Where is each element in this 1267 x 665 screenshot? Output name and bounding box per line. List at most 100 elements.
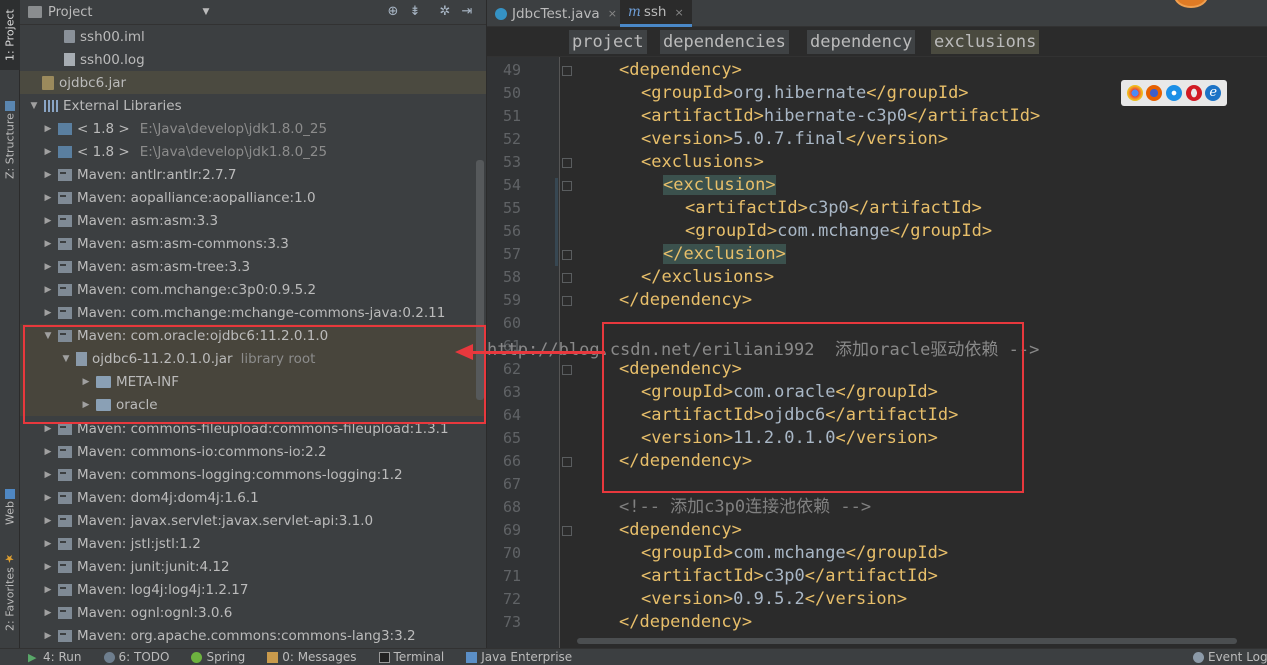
editor-horizontal-scrollbar[interactable]	[577, 638, 1237, 644]
star-icon: ★	[3, 551, 16, 565]
tree-item-maven-lib[interactable]: ▶ Maven: log4j:log4j:1.2.17	[20, 578, 486, 601]
tree-item-maven-lib[interactable]: ▶ Maven: com.mchange:mchange-commons-jav…	[20, 301, 486, 324]
tree-item-maven-ojdbc6[interactable]: ▼ Maven: com.oracle:ojdbc6:11.2.0.1.0	[20, 324, 486, 347]
collapse-arrow-icon[interactable]: ▼	[42, 331, 54, 341]
expand-arrow-icon[interactable]: ▶	[42, 447, 54, 457]
spring-tool-button[interactable]: Spring	[191, 650, 245, 664]
expand-arrow-icon[interactable]: ▶	[42, 262, 54, 272]
java-enterprise-tool-button[interactable]: Java Enterprise	[466, 650, 572, 664]
tab-jdbctest-java[interactable]: JdbcTest.java ×	[487, 0, 625, 27]
collapse-arrow-icon[interactable]: ▼	[28, 101, 40, 111]
opera-icon[interactable]	[1185, 85, 1202, 101]
breadcrumb-item[interactable]: dependencies	[660, 30, 789, 54]
safari-icon[interactable]	[1165, 85, 1182, 101]
expand-arrow-icon[interactable]: ▶	[42, 516, 54, 526]
todo-tool-button[interactable]: 6: TODO	[103, 650, 169, 664]
tool-tab-favorites[interactable]: 2: Favorites ★	[0, 548, 20, 638]
tree-item-maven-lib[interactable]: ▶ Maven: com.mchange:c3p0:0.9.5.2	[20, 278, 486, 301]
tree-item-maven-lib[interactable]: ▶ Maven: commons-logging:commons-logging…	[20, 463, 486, 486]
tree-item-oracle[interactable]: ▶ oracle	[20, 393, 486, 416]
expand-arrow-icon[interactable]: ▶	[42, 608, 54, 618]
chevron-down-icon[interactable]: ▼	[202, 7, 209, 17]
tree-item-maven-lib[interactable]: ▶ Maven: aopalliance:aopalliance:1.0	[20, 186, 486, 209]
xml-close-tag: </groupId>	[889, 221, 993, 241]
project-panel-title[interactable]: Project	[48, 5, 92, 20]
tree-item-maven-lib[interactable]: ▶ Maven: jstl:jstl:1.2	[20, 532, 486, 555]
terminal-tool-button[interactable]: Terminal	[378, 650, 444, 664]
tree-item-meta-inf[interactable]: ▶ META-INF	[20, 370, 486, 393]
breadcrumb-item[interactable]: project	[569, 30, 647, 54]
expand-arrow-icon[interactable]: ▶	[80, 400, 92, 410]
fold-marker-icon[interactable]	[562, 273, 572, 283]
line-number: 63	[502, 383, 521, 401]
expand-arrow-icon[interactable]: ▶	[42, 424, 54, 434]
tree-item-path: E:\Java\develop\jdk1.8.0_25	[139, 143, 328, 160]
hide-panel-icon[interactable]: ⇥	[460, 5, 474, 19]
expand-arrow-icon[interactable]: ▶	[42, 562, 54, 572]
tool-tab-structure[interactable]: Z: Structure	[0, 95, 20, 185]
firefox-icon[interactable]	[1146, 85, 1163, 101]
collapse-all-icon[interactable]: ⇟	[408, 5, 422, 19]
tree-item-ojdbc6-jar-root[interactable]: ▼ ojdbc6-11.2.0.1.0.jar library root	[20, 347, 486, 370]
line-number: 64	[502, 406, 521, 424]
fold-marker-icon[interactable]	[562, 158, 572, 168]
expand-arrow-icon[interactable]: ▶	[42, 239, 54, 249]
tree-item-jdk-2[interactable]: ▶ < 1.8 > E:\Java\develop\jdk1.8.0_25	[20, 140, 486, 163]
sync-icon[interactable]: ⊕	[386, 5, 400, 19]
fold-marker-icon[interactable]	[562, 365, 572, 375]
tree-item-maven-lib[interactable]: ▶ Maven: ognl:ognl:3.0.6	[20, 601, 486, 624]
line-number: 70	[502, 544, 521, 562]
close-icon[interactable]: ×	[674, 6, 683, 19]
event-log-tool-button[interactable]: Event Log	[1193, 650, 1267, 664]
tree-item-maven-lib[interactable]: ▶ Maven: antlr:antlr:2.7.7	[20, 163, 486, 186]
tree-item-maven-lib[interactable]: ▶ Maven: junit:junit:4.12	[20, 555, 486, 578]
tab-ssh-pom[interactable]: m ssh ×	[620, 0, 692, 27]
ie-icon[interactable]: e	[1205, 85, 1222, 101]
fold-marker-icon[interactable]	[562, 296, 572, 306]
tool-tab-web[interactable]: Web	[0, 482, 20, 532]
expand-arrow-icon[interactable]: ▶	[42, 585, 54, 595]
fold-marker-icon[interactable]	[562, 66, 572, 76]
tree-item-ssh00-log[interactable]: ssh00.log	[20, 48, 486, 71]
tree-item-ojdbc6-jar[interactable]: ojdbc6.jar	[20, 71, 486, 94]
expand-arrow-icon[interactable]: ▶	[42, 470, 54, 480]
chrome-icon[interactable]	[1126, 85, 1143, 101]
tree-item-maven-lib[interactable]: ▶ Maven: commons-io:commons-io:2.2	[20, 440, 486, 463]
tree-item-maven-lib[interactable]: ▶ Maven: asm:asm:3.3	[20, 209, 486, 232]
close-icon[interactable]: ×	[608, 7, 617, 20]
fold-marker-icon[interactable]	[562, 250, 572, 260]
expand-arrow-icon[interactable]: ▶	[42, 631, 54, 641]
fold-marker-icon[interactable]	[562, 457, 572, 467]
tree-item-maven-lib[interactable]: ▶ Maven: javax.servlet:javax.servlet-api…	[20, 509, 486, 532]
expand-arrow-icon[interactable]: ▶	[80, 377, 92, 387]
expand-arrow-icon[interactable]: ▶	[42, 216, 54, 226]
tree-item-ssh00-iml[interactable]: ssh00.iml	[20, 25, 486, 48]
tool-tab-project[interactable]: 1: Project	[0, 0, 20, 70]
tree-item-maven-lib[interactable]: ▶ Maven: commons-fileupload:commons-file…	[20, 417, 486, 440]
fold-marker-icon[interactable]	[562, 526, 572, 536]
tree-item-maven-lib[interactable]: ▶ Maven: asm:asm-commons:3.3	[20, 232, 486, 255]
expand-arrow-icon[interactable]: ▶	[42, 124, 54, 134]
expand-arrow-icon[interactable]: ▶	[42, 147, 54, 157]
tree-item-maven-lib[interactable]: ▶ Maven: asm:asm-tree:3.3	[20, 255, 486, 278]
expand-arrow-icon[interactable]: ▶	[42, 285, 54, 295]
expand-arrow-icon[interactable]: ▶	[42, 308, 54, 318]
tree-item-jdk-1[interactable]: ▶ < 1.8 > E:\Java\develop\jdk1.8.0_25	[20, 117, 486, 140]
expand-arrow-icon[interactable]: ▶	[42, 170, 54, 180]
expand-arrow-icon[interactable]: ▶	[42, 539, 54, 549]
breadcrumb-item[interactable]: dependency	[807, 30, 916, 54]
tree-item-maven-lib[interactable]: ▶ Maven: org.apache.commons:commons-lang…	[20, 624, 486, 647]
collapse-arrow-icon[interactable]: ▼	[60, 354, 72, 364]
gear-icon[interactable]: ✲	[438, 5, 452, 19]
tree-item-external-libraries[interactable]: ▼ External Libraries	[20, 94, 486, 117]
expand-arrow-icon[interactable]: ▶	[42, 493, 54, 503]
tool-tab-favorites-label: 2: Favorites	[3, 567, 17, 632]
breadcrumb-item[interactable]: exclusions	[931, 30, 1040, 54]
project-tree-scrollbar[interactable]	[476, 160, 484, 400]
line-number: 65	[502, 429, 521, 447]
messages-tool-button[interactable]: 0: Messages	[267, 650, 357, 664]
run-tool-button[interactable]: ▶ 4: Run	[28, 650, 82, 664]
tree-item-maven-lib[interactable]: ▶ Maven: dom4j:dom4j:1.6.1	[20, 486, 486, 509]
expand-arrow-icon[interactable]: ▶	[42, 193, 54, 203]
fold-marker-icon[interactable]	[562, 181, 572, 191]
